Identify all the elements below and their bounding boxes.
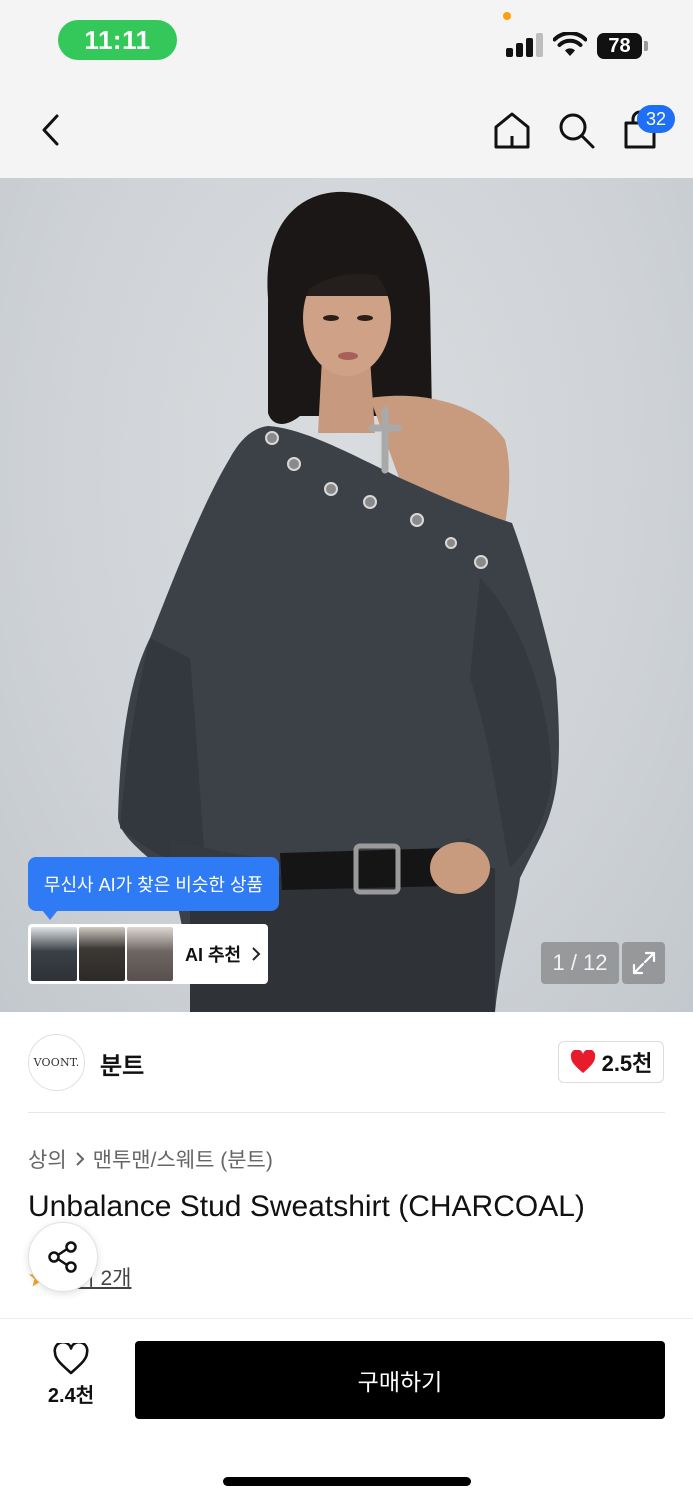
search-icon [559, 113, 595, 149]
wishlist-count: 2.4천 [47, 1385, 95, 1407]
top-nav-bar [0, 80, 693, 178]
product-title: Unbalance Stud Sweatshirt (CHARCOAL) [28, 1190, 585, 1223]
battery-icon: 78 [597, 33, 649, 59]
home-indicator[interactable] [223, 1477, 471, 1486]
wishlist-button[interactable]: 2.4천 [30, 1343, 112, 1419]
expand-icon [632, 951, 655, 975]
cellular-signal-icon [506, 33, 544, 57]
back-chevron-icon [42, 114, 59, 146]
brand-row[interactable]: VOONT. 분트 2.5천 [0, 1012, 693, 1112]
chevron-right-icon [75, 1152, 85, 1166]
expand-image-button[interactable] [622, 942, 665, 984]
ai-similar-products-tooltip: 무신사 AI가 찾은 비슷한 상품 [28, 857, 279, 920]
ai-thumbnail [31, 927, 77, 981]
buy-button[interactable]: 구매하기 [135, 1341, 665, 1419]
breadcrumb: 상의 맨투맨/스웨트 (분트) [28, 1144, 273, 1174]
battery-level: 78 [597, 33, 642, 59]
home-icon [494, 112, 530, 149]
brand-name[interactable]: 분트 [100, 1046, 144, 1081]
back-button[interactable] [30, 108, 70, 152]
product-detail-page: 11:11 78 32 무신사 AI가 찾은 비슷한 상품 AI 추천 1 / … [0, 0, 693, 1500]
share-icon [48, 1241, 77, 1273]
brand-like-count: 2.5천 [601, 1051, 653, 1076]
share-button[interactable] [28, 1222, 98, 1292]
heart-icon [53, 1343, 89, 1375]
heart-icon [570, 1050, 595, 1073]
image-pager: 1 / 12 [541, 942, 619, 984]
search-button[interactable] [554, 107, 598, 153]
wifi-icon [553, 32, 587, 56]
ai-thumbnail [79, 927, 125, 981]
brand-logo[interactable]: VOONT. [28, 1034, 85, 1091]
ai-recommend-label: AI 추천 [185, 945, 242, 965]
divider [28, 1112, 665, 1113]
privacy-indicator-dot [503, 12, 511, 20]
brand-like-button[interactable]: 2.5천 [558, 1041, 664, 1083]
status-time: 11:11 [58, 20, 177, 60]
cart-count-badge: 32 [637, 105, 675, 133]
chevron-right-icon [252, 947, 261, 961]
breadcrumb-item-category[interactable]: 맨투맨/스웨트 (분트) [93, 1144, 273, 1174]
home-button[interactable] [489, 107, 535, 153]
ai-recommend-button[interactable]: AI 추천 [28, 924, 268, 984]
ai-thumbnail [127, 927, 173, 981]
breadcrumb-item-top[interactable]: 상의 [28, 1144, 67, 1174]
bottom-action-bar: 2.4천 구매하기 [0, 1318, 693, 1500]
status-bar: 11:11 78 [0, 0, 693, 80]
